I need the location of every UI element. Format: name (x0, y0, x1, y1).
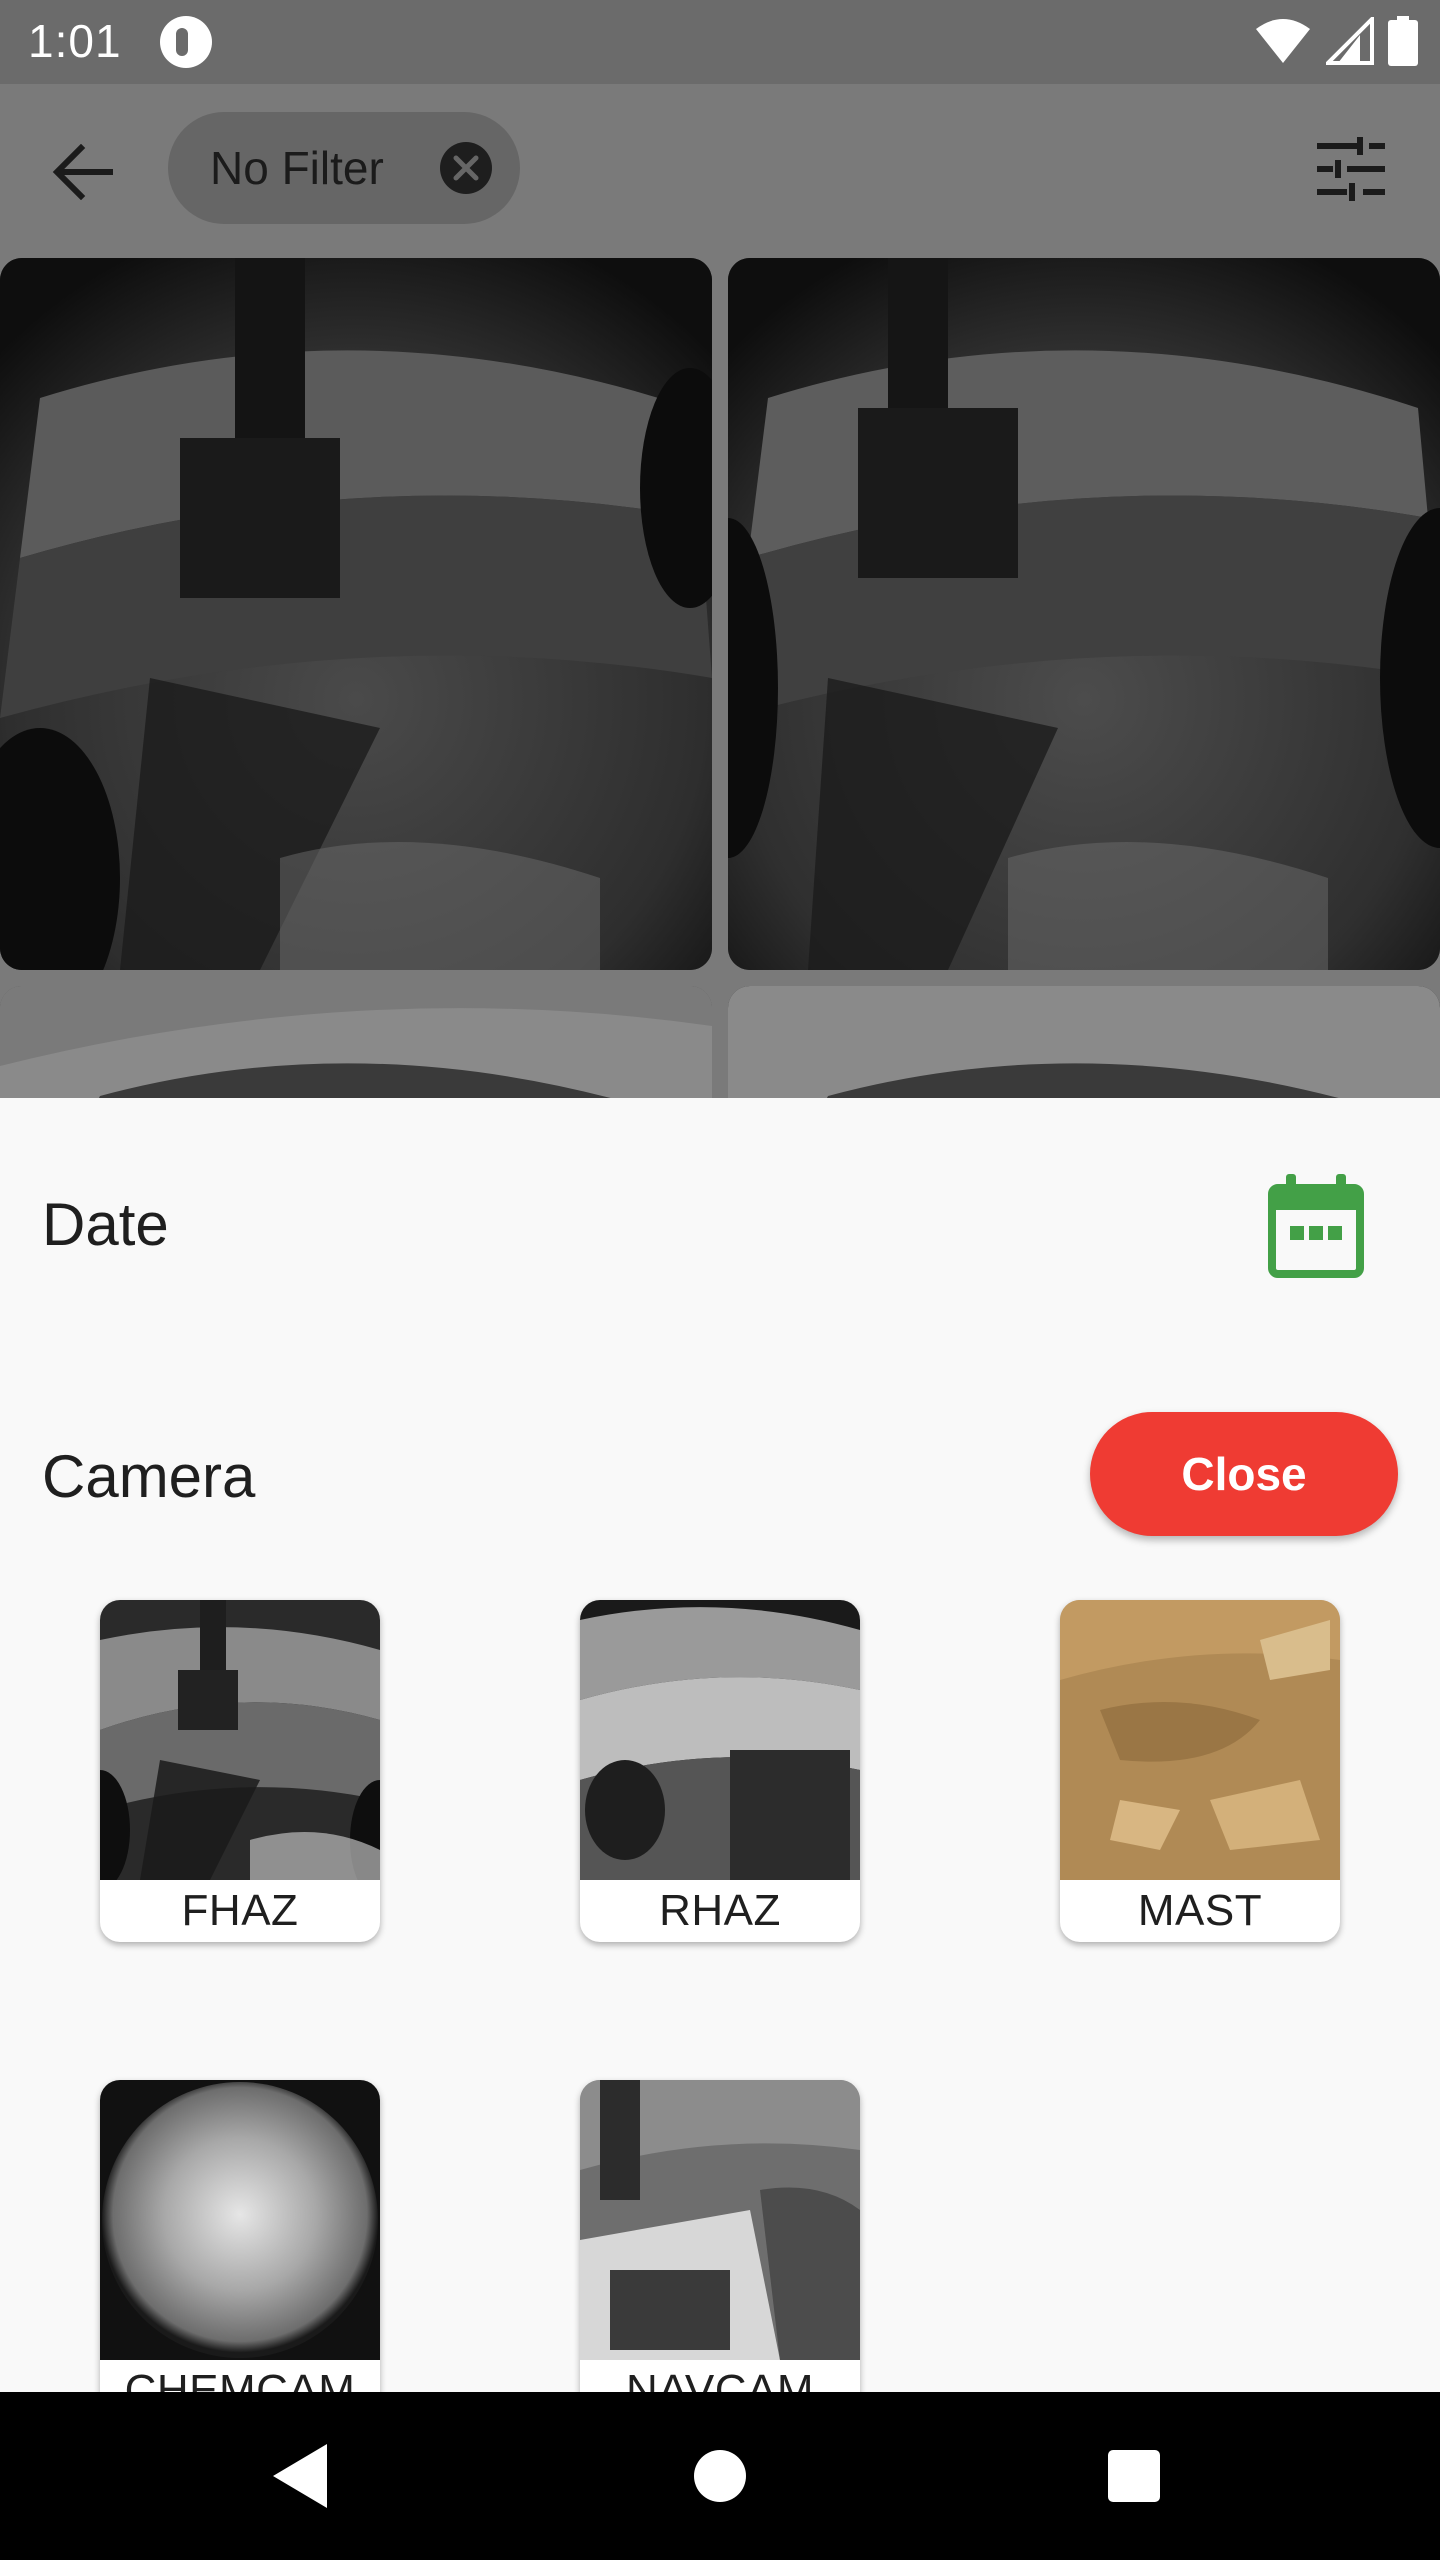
camera-label: MAST (1137, 1886, 1263, 1935)
camera-option-fhaz[interactable]: FHAZ (100, 1600, 380, 1942)
camera-thumbnail (100, 2080, 380, 2360)
nav-recents-button[interactable] (1094, 2436, 1174, 2516)
rover-photo[interactable] (0, 986, 712, 1098)
filter-chip-label: No Filter (210, 142, 384, 194)
app-notification-icon (160, 16, 212, 68)
camera-title: Camera (42, 1443, 256, 1510)
status-icons (1254, 16, 1418, 66)
close-button[interactable]: Close (1090, 1412, 1398, 1536)
filter-chip[interactable]: No Filter (168, 112, 520, 224)
camera-thumbnail (1060, 1600, 1340, 1880)
system-nav-bar (0, 2392, 1440, 2560)
camera-option-rhaz[interactable]: RHAZ (580, 1600, 860, 1942)
rover-photo[interactable] (728, 986, 1440, 1098)
camera-thumbnail (580, 2080, 860, 2360)
photo-grid (0, 256, 1440, 1098)
camera-thumbnail (100, 1600, 380, 1880)
back-button[interactable] (44, 134, 120, 210)
battery-icon (1388, 16, 1418, 66)
nav-back-button[interactable] (260, 2436, 340, 2516)
camera-option-navcam[interactable]: NAVCAM (580, 2080, 860, 2392)
camera-label: RHAZ (659, 1886, 781, 1935)
close-circle-icon[interactable] (440, 142, 492, 194)
camera-thumbnail (580, 1600, 860, 1880)
calendar-button[interactable] (1268, 1174, 1364, 1278)
filter-settings-button[interactable] (1306, 124, 1396, 214)
camera-option-mast[interactable]: MAST (1060, 1600, 1340, 1942)
arrow-back-icon (52, 144, 113, 200)
calendar-icon (1268, 1174, 1364, 1278)
signal-icon (1326, 17, 1374, 65)
status-time: 1:01 (28, 15, 122, 67)
rover-photo[interactable] (728, 258, 1440, 970)
nav-home-icon (694, 2450, 746, 2502)
filter-sheet: Date Camera Close FHAZ RHAZ MAST CHEMCAM… (0, 1098, 1440, 2392)
nav-home-button[interactable] (680, 2436, 760, 2516)
nav-back-icon (273, 2444, 327, 2508)
tune-icon (1317, 137, 1385, 201)
camera-label: FHAZ (181, 1886, 299, 1935)
wifi-icon (1256, 19, 1310, 63)
nav-recents-icon (1108, 2450, 1160, 2502)
date-title: Date (42, 1191, 169, 1258)
app-bar: No Filter (0, 84, 1440, 256)
camera-label: NAVCAM (626, 2366, 814, 2392)
status-bar: 1:01 (0, 0, 1440, 84)
camera-label: CHEMCAM (124, 2366, 356, 2392)
rover-photo[interactable] (0, 258, 712, 970)
camera-option-chemcam[interactable]: CHEMCAM (100, 2080, 380, 2392)
